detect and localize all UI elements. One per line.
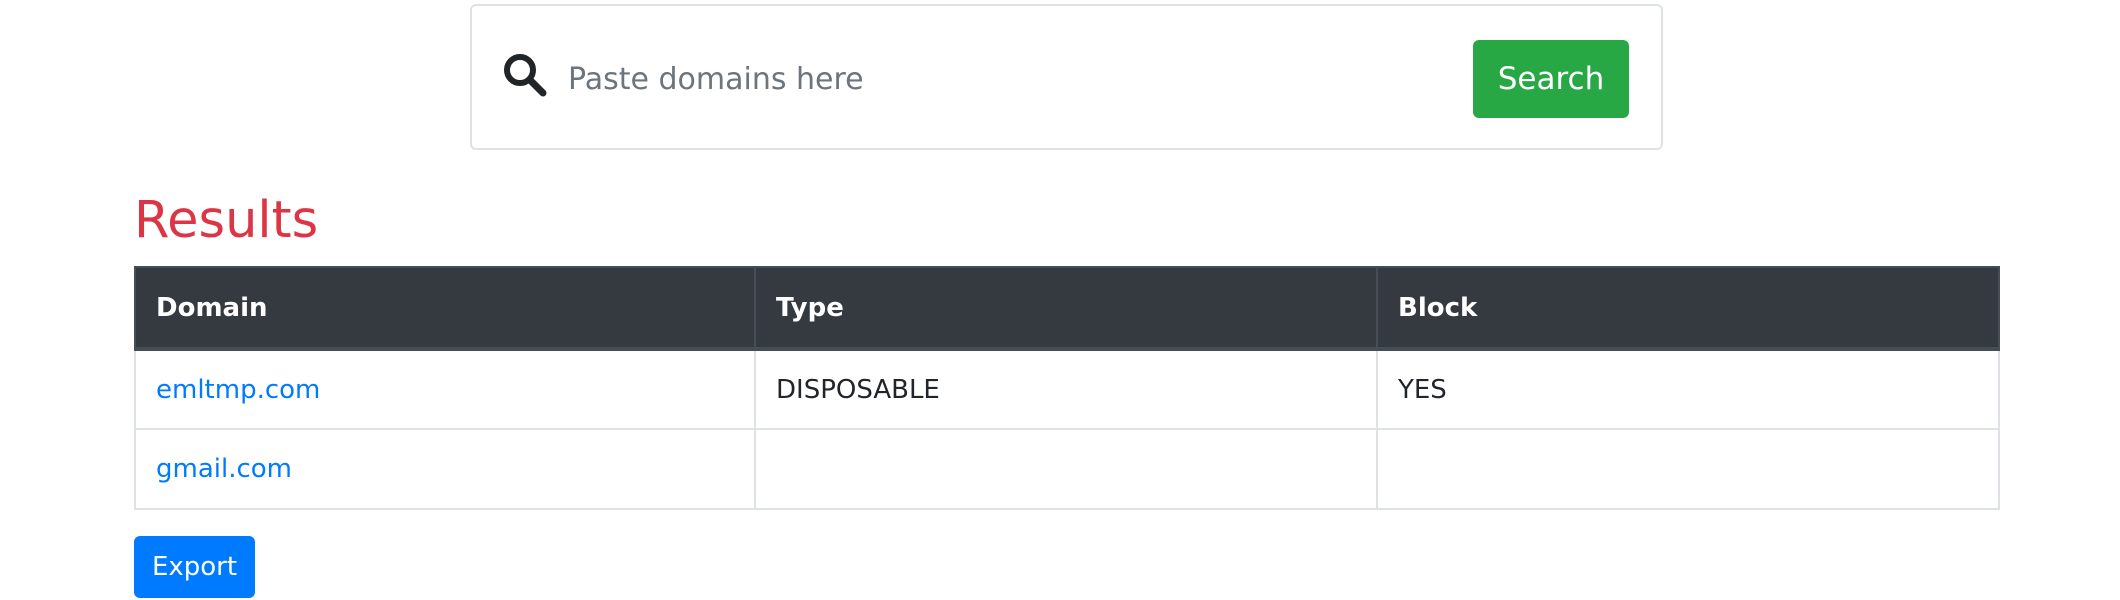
domains-search-input[interactable] bbox=[568, 44, 1398, 114]
results-table: Domain Type Block emltmp.com DISPOSABLE … bbox=[134, 266, 2000, 510]
table-row: emltmp.com DISPOSABLE YES bbox=[134, 348, 2000, 430]
domain-link[interactable]: emltmp.com bbox=[156, 375, 320, 405]
column-header-type: Type bbox=[754, 266, 1378, 351]
search-icon bbox=[502, 52, 548, 98]
search-button[interactable]: Search bbox=[1473, 40, 1629, 118]
domain-cell: gmail.com bbox=[134, 428, 756, 510]
block-cell bbox=[1376, 428, 2000, 510]
results-heading: Results bbox=[134, 191, 319, 250]
column-header-domain: Domain bbox=[134, 266, 756, 351]
type-cell bbox=[754, 428, 1378, 510]
page: Search Results Domain Type Block emltmp.… bbox=[0, 0, 2120, 600]
block-cell: YES bbox=[1376, 348, 2000, 430]
export-button[interactable]: Export bbox=[134, 536, 255, 598]
column-header-block: Block bbox=[1376, 266, 2000, 351]
table-row: gmail.com bbox=[134, 428, 2000, 510]
search-card: Search bbox=[470, 4, 1663, 150]
domain-link[interactable]: gmail.com bbox=[156, 454, 292, 484]
table-header-row: Domain Type Block bbox=[134, 266, 2000, 351]
type-cell: DISPOSABLE bbox=[754, 348, 1378, 430]
domain-cell: emltmp.com bbox=[134, 348, 756, 430]
